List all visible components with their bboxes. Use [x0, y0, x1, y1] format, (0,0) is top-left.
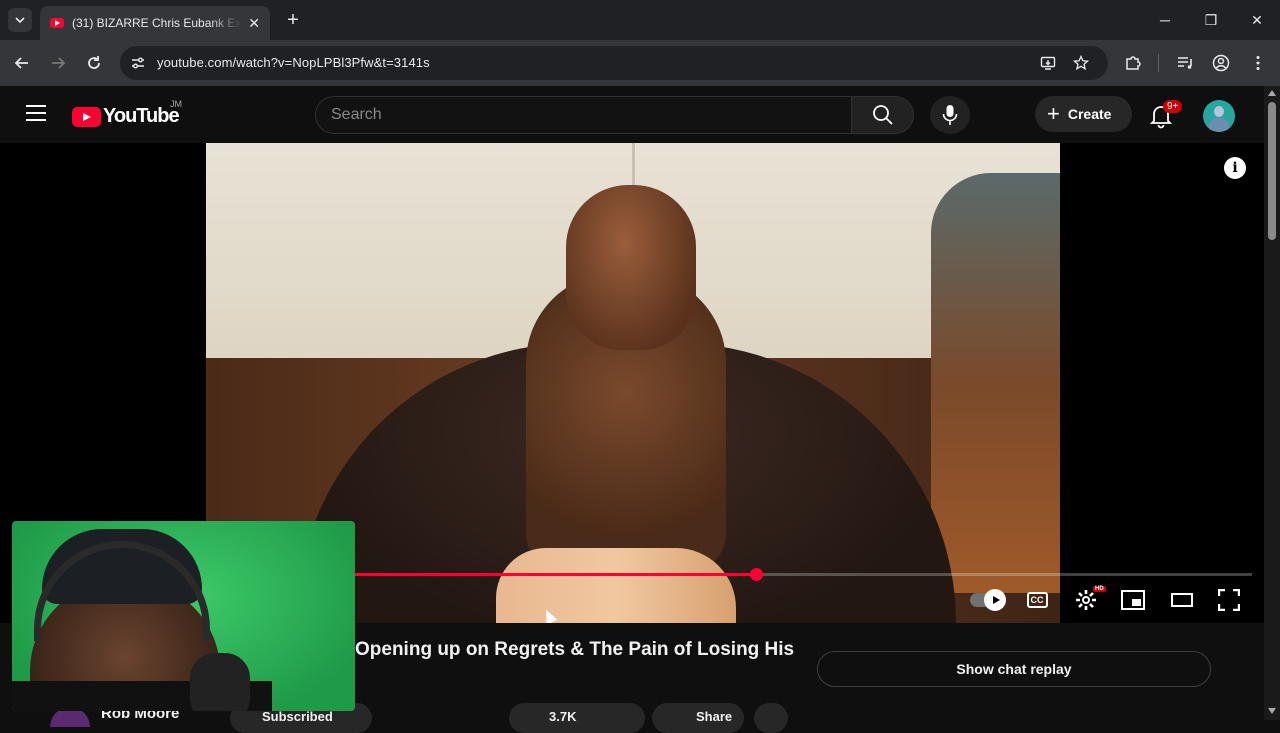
scroll-down-arrow-icon[interactable] — [1268, 708, 1276, 714]
window-restore-button[interactable]: ❐ — [1196, 8, 1226, 32]
puzzle-icon — [1126, 56, 1141, 70]
gear-icon — [1076, 590, 1096, 610]
youtube-wordmark: YouTube — [103, 105, 180, 127]
reload-icon — [88, 56, 100, 69]
autoplay-toggle[interactable] — [968, 588, 1006, 612]
like-button[interactable]: 3.7K — [509, 703, 645, 733]
url-text: youtube.com/watch?v=NopLPBl3Pfw&t=3141s — [157, 55, 430, 70]
search-button[interactable] — [851, 96, 914, 134]
media-controls-button[interactable] — [1174, 52, 1196, 74]
tab-search-button[interactable] — [8, 8, 32, 32]
show-chat-replay-button[interactable]: Show chat replay — [817, 651, 1211, 687]
arrow-right-icon — [52, 57, 66, 69]
new-tab-button[interactable]: + — [282, 8, 304, 32]
youtube-play-logo-icon — [72, 106, 101, 127]
search-input[interactable] — [331, 106, 831, 124]
plus-icon: + — [1047, 101, 1060, 126]
install-app-icon[interactable] — [1040, 55, 1056, 71]
search-icon — [872, 105, 893, 125]
window-minimize-button[interactable]: ─ — [1150, 8, 1180, 32]
create-label: Create — [1067, 106, 1112, 122]
region-code: JM — [170, 99, 182, 109]
back-button[interactable] — [10, 51, 34, 75]
video-title: Opening up on Regrets & The Pain of Losi… — [355, 639, 795, 660]
info-icon[interactable]: i — [1224, 157, 1246, 179]
fullscreen-button[interactable] — [1217, 588, 1241, 612]
notifications-badge: 9+ — [1163, 100, 1183, 113]
hd-badge: HD — [1093, 586, 1106, 592]
youtube-logo[interactable]: YouTube JM — [72, 99, 182, 128]
extensions-button[interactable] — [1122, 52, 1144, 74]
webcam-overlay — [12, 521, 355, 711]
progress-scrubber[interactable] — [750, 568, 763, 581]
chevron-down-icon — [15, 17, 25, 24]
play-icon — [984, 589, 1006, 611]
playlist-music-icon — [1178, 57, 1192, 69]
miniplayer-icon — [1121, 590, 1145, 610]
browser-menu-button[interactable] — [1247, 52, 1269, 74]
scroll-thumb[interactable] — [1268, 102, 1276, 240]
youtube-masthead: YouTube JM + Create 9+ — [0, 86, 1264, 143]
more-actions-button[interactable] — [754, 703, 788, 733]
scroll-up-arrow-icon[interactable] — [1268, 90, 1276, 96]
profile-button[interactable] — [1210, 52, 1232, 74]
youtube-favicon-icon — [50, 18, 64, 28]
video-scene-head — [566, 185, 696, 350]
window-close-button[interactable]: ✕ — [1242, 8, 1272, 32]
forward-button[interactable] — [46, 51, 70, 75]
reload-button[interactable] — [82, 51, 106, 75]
arrow-left-icon — [14, 57, 28, 69]
site-settings-icon[interactable] — [130, 55, 146, 71]
browser-tab-active[interactable]: (31) BIZARRE Chris Eubank Exclusive ✕ — [40, 6, 270, 40]
account-circle-icon — [1212, 54, 1230, 72]
account-avatar[interactable] — [1203, 100, 1235, 132]
browser-tab-strip: (31) BIZARRE Chris Eubank Exclusive ✕ + … — [0, 0, 1280, 40]
tab-title: (31) BIZARRE Chris Eubank Exclusive — [72, 16, 242, 30]
address-bar[interactable]: youtube.com/watch?v=NopLPBl3Pfw&t=3141s — [120, 46, 1108, 80]
guide-menu-icon[interactable] — [26, 105, 46, 121]
toolbar-separator — [1158, 54, 1159, 72]
autoplay-track — [970, 589, 1006, 611]
webcam-microphone — [190, 653, 250, 711]
tab-close-icon[interactable]: ✕ — [248, 15, 260, 32]
video-scene-bag — [496, 548, 736, 623]
miniplayer-button[interactable] — [1121, 588, 1145, 612]
create-button[interactable]: + Create — [1035, 96, 1132, 132]
subtitles-button[interactable]: CC — [1025, 588, 1049, 612]
cc-icon: CC — [1026, 592, 1048, 608]
page-scrollbar[interactable] — [1264, 86, 1280, 720]
voice-search-button[interactable] — [930, 96, 970, 134]
theater-mode-icon — [1171, 593, 1193, 607]
video-scene-shawl — [931, 173, 1060, 593]
browser-toolbar: youtube.com/watch?v=NopLPBl3Pfw&t=3141s — [0, 40, 1280, 86]
bookmark-star-icon[interactable] — [1073, 55, 1089, 71]
fullscreen-icon — [1218, 589, 1240, 611]
microphone-icon — [942, 105, 958, 125]
theater-mode-button[interactable] — [1170, 588, 1194, 612]
search-box — [315, 96, 851, 134]
more-vertical-icon — [1256, 56, 1260, 70]
share-button[interactable]: Share — [652, 703, 744, 733]
